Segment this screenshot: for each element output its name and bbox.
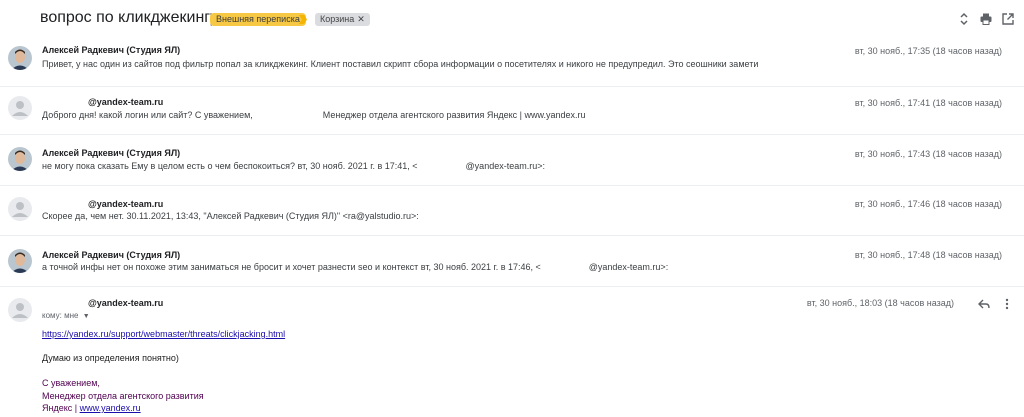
message-sender: Алексей Радкевич (Студия ЯЛ): [42, 45, 181, 55]
print-icon[interactable]: [979, 12, 993, 26]
message-time: вт, 30 нояб., 17:35 (18 часов назад): [854, 46, 1002, 56]
snippet-part: Доброго дня! какой логин или сайт? С ува…: [42, 110, 253, 120]
recipient-label: кому: мне: [42, 311, 79, 320]
signature-line: Яндекс | www.yandex.ru: [42, 403, 141, 413]
recipient-toggle[interactable]: кому: мне ▼: [42, 311, 90, 320]
message-snippet: Доброго дня! какой логин или сайт? С ува…: [42, 110, 586, 120]
avatar: [8, 197, 32, 221]
signature-company: Яндекс |: [42, 403, 80, 413]
avatar: [8, 96, 32, 120]
thread-header: вопрос по кликджекингу Внешняя переписка…: [0, 0, 1024, 38]
signature-website-link[interactable]: www.yandex.ru: [80, 403, 141, 413]
message-collapsed[interactable]: Алексей Радкевич (Студия ЯЛ) а точной ин…: [0, 235, 1024, 287]
snippet-part: не могу пока сказать Ему в целом есть о …: [42, 161, 418, 171]
label-trash-text: Корзина: [320, 14, 355, 24]
thread-subject: вопрос по кликджекингу: [40, 9, 219, 26]
expand-collapse-icon[interactable]: [957, 12, 971, 26]
chevron-down-icon[interactable]: ▼: [83, 313, 90, 320]
snippet-part: Менеджер отдела агентского развития Янде…: [322, 110, 586, 120]
message-time: вт, 30 нояб., 17:41 (18 часов назад): [854, 98, 1002, 108]
remove-label-icon[interactable]: ✕: [357, 14, 365, 24]
message-snippet: Скорее да, чем нет. 30.11.2021, 13:43, "…: [42, 211, 419, 221]
message-body: Думаю из определения понятно): [42, 353, 179, 363]
avatar: [8, 147, 32, 171]
message-sender: Алексей Радкевич (Студия ЯЛ): [42, 250, 181, 260]
clickjacking-help-link[interactable]: https://yandex.ru/support/webmaster/thre…: [42, 329, 285, 339]
avatar: [8, 298, 32, 322]
message-collapsed[interactable]: @yandex-team.ru Скорее да, чем нет. 30.1…: [0, 185, 1024, 236]
avatar: [8, 46, 32, 70]
snippet-part: @yandex-team.ru>:: [588, 262, 669, 272]
message-snippet: не могу пока сказать Ему в целом есть о …: [42, 161, 545, 171]
label-trash[interactable]: Корзина ✕: [315, 13, 370, 26]
snippet-part: @yandex-team.ru>:: [465, 161, 545, 171]
signature-line: Менеджер отдела агентского развития: [42, 391, 204, 401]
more-options-icon[interactable]: [1005, 298, 1009, 310]
message-snippet: а точной инфы нет он похоже этим занимат…: [42, 262, 668, 272]
snippet-part: а точной инфы нет он похоже этим занимат…: [42, 262, 541, 272]
message-collapsed[interactable]: Алексей Радкевич (Студия ЯЛ) не могу пок…: [0, 134, 1024, 186]
message-time: вт, 30 нояб., 17:46 (18 часов назад): [854, 199, 1002, 209]
reply-icon[interactable]: [977, 298, 991, 310]
message-collapsed[interactable]: Алексей Радкевич (Студия ЯЛ) Привет, у н…: [0, 38, 1024, 87]
message-sender: @yandex-team.ru: [88, 199, 164, 209]
label-external-correspondence[interactable]: Внешняя переписка: [210, 13, 306, 26]
message-collapsed[interactable]: @yandex-team.ru Доброго дня! какой логин…: [0, 86, 1024, 135]
message-snippet: Привет, у нас один из сайтов под фильтр …: [42, 59, 759, 69]
importance-marker-icon[interactable]: [298, 13, 308, 26]
message-time: вт, 30 нояб., 18:03 (18 часов назад): [806, 298, 954, 308]
avatar: [8, 249, 32, 273]
message-sender: @yandex-team.ru: [88, 298, 164, 308]
message-sender: Алексей Радкевич (Студия ЯЛ): [42, 148, 181, 158]
message-time: вт, 30 нояб., 17:43 (18 часов назад): [854, 149, 1002, 159]
open-in-new-window-icon[interactable]: [1001, 12, 1015, 26]
message-sender: @yandex-team.ru: [88, 97, 164, 107]
message-expanded: @yandex-team.ru кому: мне ▼ вт, 30 нояб.…: [0, 286, 1024, 417]
message-time: вт, 30 нояб., 17:48 (18 часов назад): [854, 250, 1002, 260]
signature-line: С уважением,: [42, 378, 100, 388]
